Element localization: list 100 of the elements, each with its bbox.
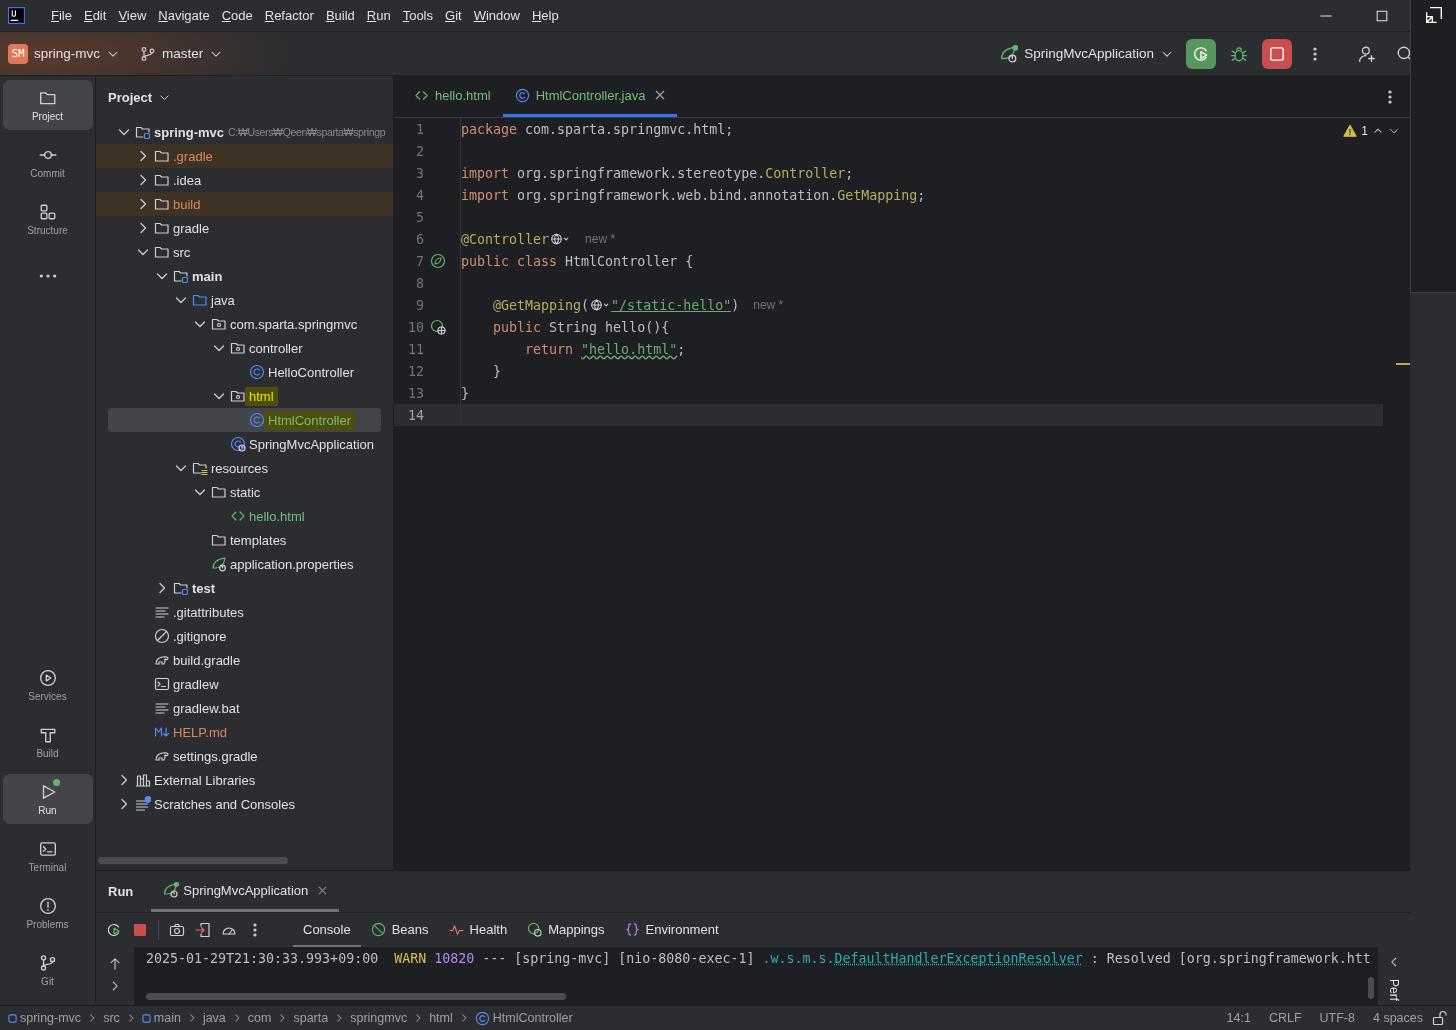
tree-item[interactable]: .gradle bbox=[96, 144, 393, 168]
stop-button[interactable] bbox=[1262, 38, 1292, 69]
tool-window-button[interactable]: Git bbox=[2, 945, 93, 995]
bean-icon[interactable] bbox=[430, 253, 446, 269]
menu-item[interactable]: Git bbox=[439, 8, 468, 23]
breadcrumb[interactable]: src bbox=[103, 1011, 120, 1025]
tree-item[interactable]: HelloController bbox=[96, 360, 393, 384]
panel-title[interactable]: Project bbox=[96, 76, 393, 118]
run-configuration-selector[interactable]: SpringMvcApplication bbox=[992, 40, 1182, 67]
tree-item[interactable]: External Libraries bbox=[96, 768, 393, 792]
module-path: C:₩Users₩Qeen₩sparta₩springp bbox=[228, 126, 386, 138]
inlay-hint[interactable]: new * bbox=[753, 298, 784, 312]
tree-item[interactable]: .gitignore bbox=[96, 624, 393, 648]
status-item[interactable]: UTF-8 bbox=[1310, 1011, 1364, 1025]
tree-item[interactable]: hello.html bbox=[96, 504, 393, 528]
menu-item[interactable]: Edit bbox=[77, 8, 113, 23]
menu-item[interactable]: Navigate bbox=[152, 8, 216, 23]
tool-window-button[interactable]: Build bbox=[2, 717, 93, 767]
tree-item[interactable]: main bbox=[96, 264, 393, 288]
scrollbar[interactable] bbox=[98, 857, 288, 864]
menu-item[interactable]: Build bbox=[319, 8, 361, 23]
scroll-up-icon[interactable] bbox=[108, 957, 122, 971]
editor-tab[interactable]: HtmlController.java bbox=[502, 76, 678, 117]
tool-window-button[interactable]: Services bbox=[2, 660, 93, 710]
tree-item[interactable]: spring-mvc C:₩Users₩Qeen₩sparta₩springp bbox=[96, 120, 393, 144]
maximize-icon[interactable] bbox=[1375, 8, 1389, 23]
tree-item[interactable]: HtmlController bbox=[108, 408, 381, 432]
editor-tab[interactable]: hello.html bbox=[402, 76, 503, 117]
exit-icon[interactable] bbox=[195, 922, 211, 938]
restore-icon[interactable] bbox=[1424, 6, 1443, 24]
tree-item[interactable]: html bbox=[96, 384, 393, 408]
inspection-widget[interactable]: 1 bbox=[1343, 124, 1400, 138]
view-tab[interactable]: Mappings bbox=[517, 913, 615, 947]
tool-window-button[interactable]: Project bbox=[2, 80, 93, 130]
status-item[interactable]: 14:1 bbox=[1217, 1011, 1260, 1025]
tree-item[interactable]: controller bbox=[96, 336, 393, 360]
scrollbar[interactable] bbox=[1368, 977, 1374, 999]
view-tab[interactable]: Health bbox=[438, 913, 518, 947]
inlay-hint[interactable]: new * bbox=[585, 232, 616, 246]
tool-window-button[interactable]: Run bbox=[2, 774, 93, 824]
ignore-file-icon bbox=[154, 628, 170, 644]
menu-item[interactable]: Refactor bbox=[258, 8, 320, 23]
menu-item[interactable]: Window bbox=[467, 8, 526, 23]
status-item[interactable]: 4 spaces bbox=[1363, 1011, 1432, 1025]
breadcrumb[interactable]: springmvc bbox=[350, 1011, 408, 1025]
breadcrumb[interactable]: main bbox=[141, 1011, 181, 1025]
menu-item[interactable]: Code bbox=[215, 8, 259, 23]
breadcrumb[interactable]: HtmlController bbox=[474, 1010, 573, 1026]
tree-item[interactable]: gradle bbox=[96, 216, 393, 240]
tree-item[interactable]: java bbox=[96, 288, 393, 312]
tool-window-button[interactable]: Structure bbox=[2, 194, 93, 244]
breadcrumb[interactable]: html bbox=[429, 1011, 453, 1025]
lock-icon[interactable] bbox=[1432, 1010, 1448, 1026]
log-link[interactable]: DefaultHandlerExceptionResolver bbox=[834, 951, 1083, 966]
tool-window-button[interactable]: Problems bbox=[2, 888, 93, 938]
tree-item[interactable]: static bbox=[96, 480, 393, 504]
web-icon[interactable] bbox=[430, 319, 446, 335]
tree-item[interactable]: gradlew bbox=[96, 672, 393, 696]
scrollbar[interactable] bbox=[146, 993, 566, 1000]
view-tab[interactable]: Beans bbox=[360, 913, 439, 947]
tree-item[interactable]: resources bbox=[96, 456, 393, 480]
tool-window-button[interactable]: Terminal bbox=[2, 831, 93, 881]
tree-item[interactable]: src bbox=[96, 240, 393, 264]
tree-item[interactable]: Scratches and Consoles bbox=[96, 792, 393, 816]
project-selector[interactable]: SM spring-mvc bbox=[0, 39, 128, 68]
view-tab[interactable]: Environment bbox=[614, 913, 729, 947]
branch-selector[interactable]: master bbox=[132, 41, 232, 66]
breadcrumb[interactable]: sparta bbox=[293, 1011, 329, 1025]
run-tab[interactable]: SpringMvcApplication bbox=[151, 871, 340, 912]
tree-item[interactable]: settings.gradle bbox=[96, 744, 393, 768]
rerun-icon[interactable] bbox=[106, 922, 122, 938]
stop-icon[interactable] bbox=[132, 922, 148, 938]
git-branch-icon bbox=[38, 953, 57, 972]
tool-window-button[interactable]: Commit bbox=[2, 137, 93, 187]
side-panel-tab[interactable]: Perf bbox=[1387, 979, 1401, 1001]
camera-icon[interactable] bbox=[169, 922, 185, 938]
terminal-icon bbox=[154, 676, 170, 692]
tree-item[interactable]: build.gradle bbox=[96, 648, 393, 672]
tree-item[interactable]: templates bbox=[96, 528, 393, 552]
tree-item[interactable]: build bbox=[96, 192, 393, 216]
breadcrumb[interactable]: com bbox=[247, 1011, 272, 1025]
tree-item[interactable]: SpringMvcApplication bbox=[96, 432, 393, 456]
rerun-button[interactable] bbox=[1186, 38, 1216, 69]
breadcrumb[interactable]: spring-mvc bbox=[8, 1011, 82, 1025]
menu-item[interactable]: Tools bbox=[396, 8, 439, 23]
line-number: 6 bbox=[415, 231, 424, 247]
status-item[interactable]: CRLF bbox=[1259, 1011, 1311, 1025]
tree-item[interactable]: application.properties bbox=[96, 552, 393, 576]
tree-item[interactable]: .idea bbox=[96, 168, 393, 192]
menu-item[interactable]: File bbox=[45, 8, 78, 23]
tree-item[interactable]: gradlew.bat bbox=[96, 696, 393, 720]
tree-item[interactable]: test bbox=[96, 576, 393, 600]
breadcrumb[interactable]: java bbox=[202, 1011, 226, 1025]
tree-item[interactable]: com.sparta.springmvc bbox=[96, 312, 393, 336]
more-icon bbox=[38, 274, 57, 278]
tree-item[interactable]: HELP.md bbox=[96, 720, 393, 744]
tree-item[interactable]: .gitattributes bbox=[96, 600, 393, 624]
menu-item[interactable]: View bbox=[112, 8, 153, 23]
menu-item[interactable]: Help bbox=[525, 8, 565, 23]
menu-item[interactable]: Run bbox=[360, 8, 397, 23]
